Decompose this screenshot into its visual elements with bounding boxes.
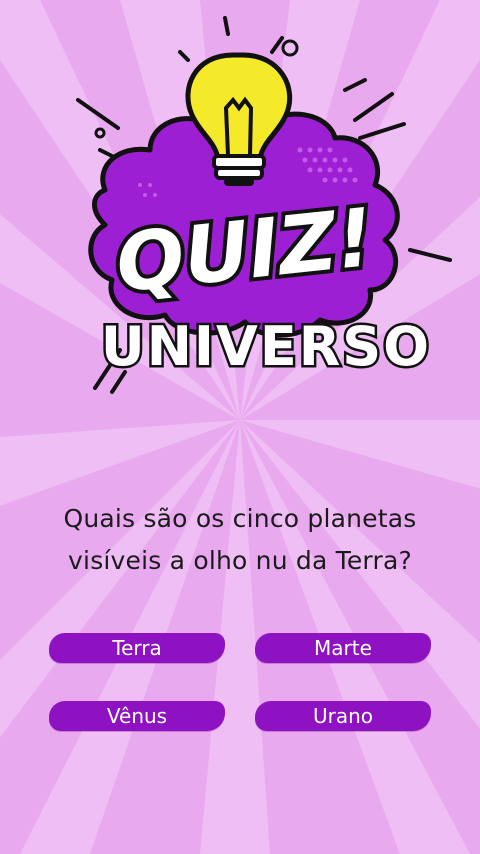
answer-button-urano[interactable]: Urano <box>255 701 431 731</box>
answer-button-marte[interactable]: Marte <box>255 633 431 663</box>
answer-button-terra[interactable]: Terra <box>49 633 225 663</box>
question-line-2: visíveis a olho nu da Terra? <box>68 546 412 575</box>
question-text: Quais são os cinco planetas visíveis a o… <box>20 498 460 582</box>
question-line-1: Quais são os cinco planetas <box>63 504 417 533</box>
universo-subtitle: UNIVERSO <box>101 315 431 378</box>
quiz-universo-logo: QUIZ! UNIVERSO <box>76 16 452 394</box>
answer-button-venus[interactable]: Vênus <box>49 701 225 731</box>
